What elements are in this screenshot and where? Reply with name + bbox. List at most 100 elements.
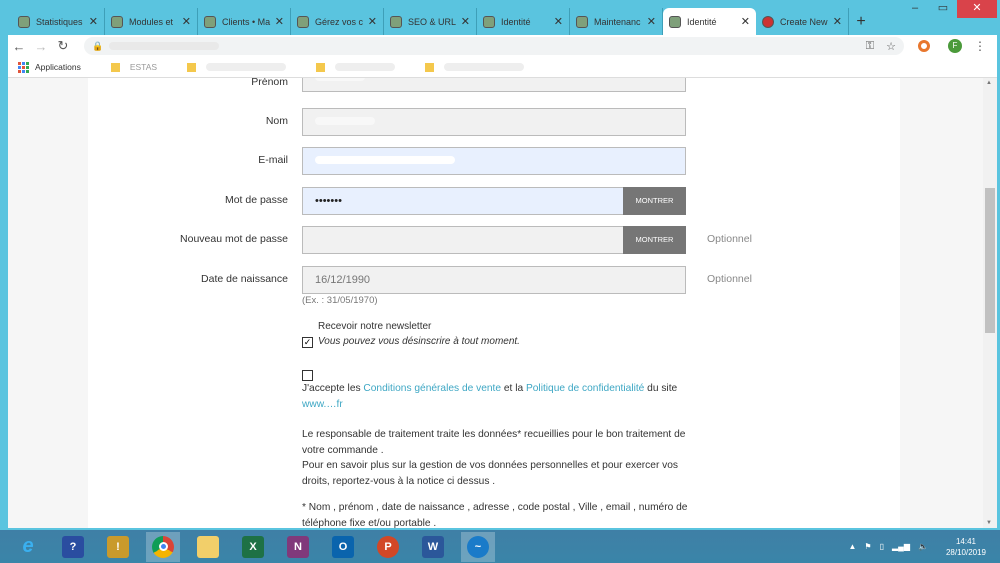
page-content: Prénom Nom E-mail Mot de passe ••••••• M… xyxy=(8,78,983,528)
site-favicon-icon xyxy=(576,15,588,28)
tab[interactable]: Identité ✕ xyxy=(477,8,570,35)
help-icon[interactable]: ? xyxy=(56,532,90,562)
menu-icon[interactable]: ⋮ xyxy=(974,39,986,53)
folder-icon xyxy=(425,62,435,72)
extension-icon[interactable] xyxy=(918,40,930,52)
show-hidden-icons-icon[interactable]: ▲ xyxy=(849,542,857,551)
bookmark-folder[interactable] xyxy=(187,62,287,72)
lastname-input[interactable] xyxy=(302,108,686,136)
date-format-hint: (Ex. : 31/05/1970) xyxy=(302,295,378,306)
bookmark-folder[interactable] xyxy=(316,62,396,72)
close-tab-icon[interactable]: ✕ xyxy=(647,15,656,28)
file-explorer-icon[interactable] xyxy=(191,532,225,562)
password-input[interactable]: ••••••• xyxy=(302,187,624,215)
excel-icon[interactable]: X xyxy=(236,532,270,562)
tab[interactable]: Gérez vos c ✕ xyxy=(291,8,384,35)
clock-time: 14:41 xyxy=(955,536,976,546)
close-tab-icon[interactable]: ✕ xyxy=(182,15,191,28)
word-icon[interactable]: W xyxy=(416,532,450,562)
clock[interactable]: 14:41 28/10/2019 xyxy=(946,536,986,558)
value-redacted xyxy=(315,78,365,81)
tab-label: Clients • Ma xyxy=(222,16,271,27)
newsletter-note: Vous pouvez vous désinscrire à tout mome… xyxy=(318,336,520,347)
bookmark-star-icon[interactable]: ☆ xyxy=(886,40,896,53)
close-tab-icon[interactable]: ✕ xyxy=(368,15,377,28)
site-favicon-icon xyxy=(297,15,309,28)
terms-checkbox[interactable] xyxy=(302,370,313,381)
close-tab-icon[interactable]: ✕ xyxy=(461,15,470,28)
forward-icon[interactable]: → xyxy=(30,39,52,54)
outlook-icon[interactable]: O xyxy=(326,532,360,562)
bookmark-label: Applications xyxy=(35,62,81,72)
key-icon[interactable]: ⚿ xyxy=(866,40,874,53)
profile-avatar[interactable]: F xyxy=(948,39,962,53)
tab-strip: Statistiques ✕ Modules et ✕ Clients • Ma ✕ … xyxy=(12,8,873,35)
site-favicon-icon xyxy=(390,15,402,28)
email-input[interactable] xyxy=(302,147,686,175)
folder-icon xyxy=(187,62,197,72)
close-tab-icon[interactable]: ✕ xyxy=(275,15,284,28)
site-favicon-icon xyxy=(669,15,681,28)
field-lastname: Nom xyxy=(88,108,900,136)
apps-grid-icon xyxy=(18,61,29,73)
minimize-icon[interactable]: – xyxy=(901,0,929,18)
field-new-password: Nouveau mot de passe MONTRER Optionnel xyxy=(88,226,900,254)
tab[interactable]: Statistiques ✕ xyxy=(12,8,105,35)
bookmark-redacted xyxy=(335,63,396,71)
bookmark-label: ESTAS xyxy=(129,62,158,72)
tab-label: Create New xyxy=(780,16,828,27)
close-window-icon[interactable]: ✕ xyxy=(957,0,997,18)
bookmark-redacted xyxy=(444,63,525,71)
bookmark-folder[interactable]: ESTAS xyxy=(110,62,158,72)
site-link[interactable]: www.…fr xyxy=(302,399,343,410)
back-icon[interactable]: ← xyxy=(8,39,30,54)
teamviewer-icon[interactable]: ~ xyxy=(461,531,495,562)
folder-icon xyxy=(316,62,326,72)
page-scrollbar[interactable]: ▲ ▼ xyxy=(983,78,997,528)
scroll-up-icon[interactable]: ▲ xyxy=(986,80,992,86)
firstname-input[interactable] xyxy=(302,78,686,92)
cgv-link[interactable]: Conditions générales de vente xyxy=(363,383,501,394)
chrome-icon[interactable] xyxy=(146,531,180,562)
tab-label: SEO & URL xyxy=(408,16,457,27)
tab[interactable]: Maintenanc ✕ xyxy=(570,8,663,35)
close-tab-icon[interactable]: ✕ xyxy=(89,15,98,28)
tab[interactable]: Clients • Ma ✕ xyxy=(198,8,291,35)
tab[interactable]: SEO & URL ✕ xyxy=(384,8,477,35)
signal-icon[interactable]: ▂▄▆ xyxy=(892,542,910,551)
powerpoint-icon[interactable]: P xyxy=(371,532,405,562)
field-firstname: Prénom xyxy=(88,78,900,92)
tab-active[interactable]: Identité ✕ xyxy=(663,8,756,35)
close-tab-icon[interactable]: ✕ xyxy=(833,15,842,28)
newsletter-checkbox[interactable]: ✓ xyxy=(302,337,313,348)
flag-icon[interactable]: ⚑ xyxy=(864,542,871,551)
onenote-icon[interactable]: N xyxy=(281,532,315,562)
field-birthdate: Date de naissance 16/12/1990 Optionnel xyxy=(88,266,900,294)
birthdate-input[interactable]: 16/12/1990 xyxy=(302,266,686,294)
address-bar[interactable]: 🔒 ⚿ ☆ xyxy=(84,37,904,55)
tab[interactable]: Modules et ✕ xyxy=(105,8,198,35)
scrollbar-thumb[interactable] xyxy=(985,188,995,333)
privacy-policy-link[interactable]: Politique de confidentialité xyxy=(526,383,644,394)
reload-icon[interactable]: ↻ xyxy=(52,38,74,54)
show-password-button[interactable]: MONTRER xyxy=(623,187,686,215)
gdpr-paragraph-2: Pour en savoir plus sur la gestion de vo… xyxy=(302,460,679,487)
network-alert-icon[interactable]: ! xyxy=(101,532,135,562)
bookmark-folder[interactable] xyxy=(425,62,525,72)
bookmark-apps[interactable]: Applications xyxy=(8,61,81,73)
ie-icon[interactable]: e xyxy=(11,532,45,562)
volume-icon[interactable]: 🔈 xyxy=(918,542,928,551)
show-new-password-button[interactable]: MONTRER xyxy=(623,226,686,254)
close-tab-icon[interactable]: ✕ xyxy=(741,15,750,28)
battery-icon[interactable]: ▯ xyxy=(880,542,884,551)
field-label: Mot de passe xyxy=(224,194,288,206)
maximize-icon[interactable]: ▭ xyxy=(929,0,957,18)
close-tab-icon[interactable]: ✕ xyxy=(554,15,563,28)
window-controls: – ▭ ✕ xyxy=(901,0,997,18)
clock-date: 28/10/2019 xyxy=(945,547,986,557)
scroll-down-icon[interactable]: ▼ xyxy=(986,520,992,526)
new-password-input[interactable] xyxy=(302,226,624,254)
new-tab-button[interactable]: + xyxy=(849,8,873,35)
tab[interactable]: Create New ✕ xyxy=(756,8,849,35)
value-redacted xyxy=(315,117,375,125)
